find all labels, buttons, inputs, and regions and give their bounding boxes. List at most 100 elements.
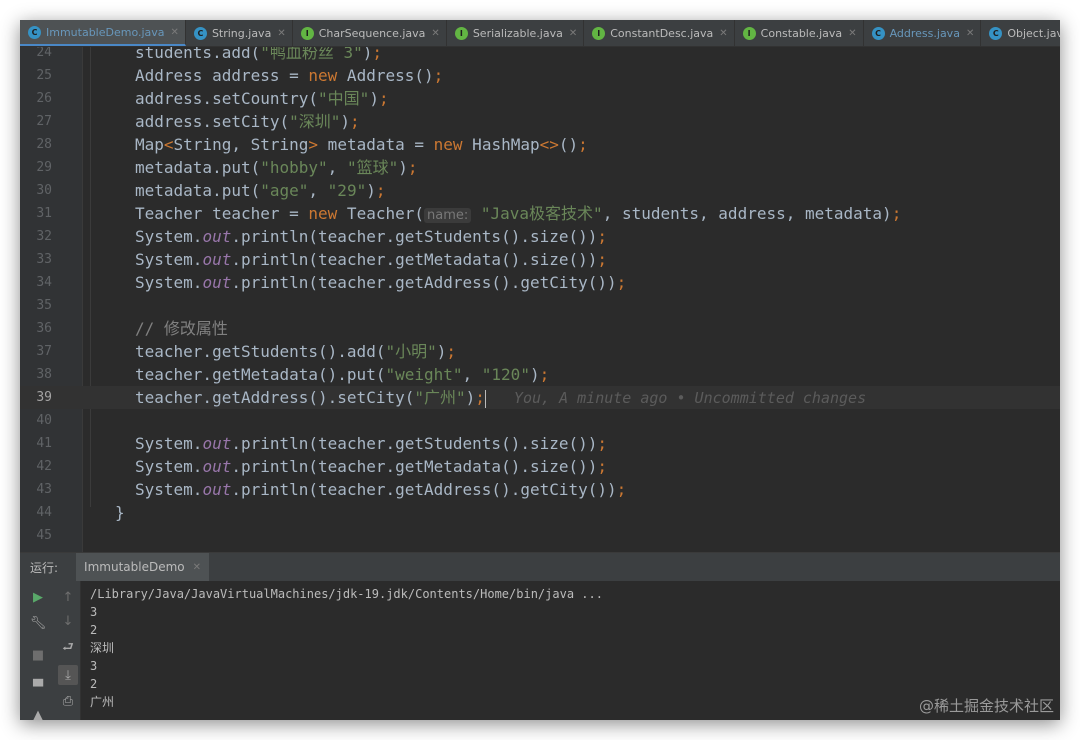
line-number: 32 xyxy=(36,229,52,244)
code-line[interactable]: 30 metadata.put("age", "29"); xyxy=(20,179,1060,202)
code-text: metadata.put("age", "29"); xyxy=(135,181,386,200)
console-line: /Library/Java/JavaVirtualMachines/jdk-19… xyxy=(90,587,603,601)
tab-serializable[interactable]: I Serializable.java ✕ xyxy=(447,20,585,46)
code-text: Address address = new Address(); xyxy=(135,66,444,85)
tab-label: CharSequence.java xyxy=(318,26,426,40)
code-line[interactable]: 31 Teacher teacher = new Teacher(name: "J… xyxy=(20,202,1060,225)
close-icon[interactable]: ✕ xyxy=(277,28,285,39)
layout-icon[interactable]: ▀ xyxy=(28,677,48,697)
code-line[interactable]: 45 xyxy=(20,524,1060,547)
code-line[interactable]: 26 address.setCountry("中国"); xyxy=(20,87,1060,110)
scroll-up-icon[interactable]: ↑ xyxy=(58,587,78,607)
close-icon[interactable]: ✕ xyxy=(569,28,577,39)
text-caret xyxy=(484,389,486,408)
close-icon[interactable]: ✕ xyxy=(966,28,974,39)
line-number: 38 xyxy=(36,367,52,382)
code-line[interactable]: 29 metadata.put("hobby", "篮球"); xyxy=(20,156,1060,179)
code-line[interactable]: 32 System.out.println(teacher.getStudents… xyxy=(20,225,1060,248)
console-line: 3 xyxy=(90,605,98,619)
code-line[interactable]: 38 teacher.getMetadata().put("weight", "1… xyxy=(20,363,1060,386)
line-number: 28 xyxy=(36,137,52,152)
stop-icon[interactable]: ■ xyxy=(28,645,48,665)
line-number: 40 xyxy=(36,413,52,428)
code-text: address.setCity("深圳"); xyxy=(135,112,360,131)
class-icon: C xyxy=(28,25,41,39)
code-text: System.out.println(teacher.getMetadata()… xyxy=(135,250,608,269)
line-number: 24 xyxy=(36,47,52,60)
parameter-hint: name: xyxy=(424,208,472,223)
tab-constantdesc[interactable]: I ConstantDesc.java ✕ xyxy=(584,20,735,46)
code-line[interactable]: 41 System.out.println(teacher.getStudents… xyxy=(20,432,1060,455)
line-number: 34 xyxy=(36,275,52,290)
code-line[interactable]: 43 System.out.println(teacher.getAddress(… xyxy=(20,478,1060,501)
wrench-icon[interactable]: 🔧︎ xyxy=(28,613,48,633)
code-line[interactable]: 34 System.out.println(teacher.getAddress(… xyxy=(20,271,1060,294)
pin-icon[interactable]: ▲ xyxy=(28,705,48,721)
code-editor[interactable]: 24 students.add("鸭血粉丝 3"); 25 Address addre… xyxy=(20,47,1060,552)
code-text: address.setCountry("中国"); xyxy=(135,89,389,108)
scroll-end-icon[interactable]: ⤓ xyxy=(58,665,78,685)
code-text: teacher.getMetadata().put("weight", "120… xyxy=(135,365,550,384)
line-number: 30 xyxy=(36,183,52,198)
run-icon[interactable]: ▶ xyxy=(28,587,48,607)
run-toolbar-secondary: ↑ ↓ ⮐ ⤓ ⎙ xyxy=(56,581,81,720)
tab-constable[interactable]: I Constable.java ✕ xyxy=(735,20,864,46)
console-line: 广州 xyxy=(90,695,115,709)
close-icon[interactable]: ✕ xyxy=(719,28,727,39)
git-blame-annotation: You, A minute ago • Uncommitted changes xyxy=(513,389,867,407)
code-text: System.out.println(teacher.getMetadata()… xyxy=(135,457,608,476)
line-number: 26 xyxy=(36,91,52,106)
code-line[interactable]: 28 Map<String, String> metadata = new Has… xyxy=(20,133,1060,156)
tab-label: Serializable.java xyxy=(472,26,563,40)
line-number: 29 xyxy=(36,160,52,175)
close-icon[interactable]: ✕ xyxy=(171,27,179,38)
code-line[interactable]: 36 // 修改属性 xyxy=(20,317,1060,340)
code-line[interactable]: 39 teacher.getAddress().setCity("广州"); You… xyxy=(20,386,1060,409)
close-icon[interactable]: ✕ xyxy=(848,28,856,39)
line-number: 42 xyxy=(36,459,52,474)
watermark: @稀土掘金技术社区 xyxy=(918,697,1054,715)
tab-label: Constable.java xyxy=(760,26,843,40)
run-config-tab[interactable]: ImmutableDemo ✕ xyxy=(76,553,210,581)
code-text: students.add("鸭血粉丝 3"); xyxy=(135,47,383,62)
line-number: 36 xyxy=(36,321,52,336)
code-text: System.out.println(teacher.getAddress().… xyxy=(135,273,627,292)
tab-object[interactable]: CObject.java✕ xyxy=(981,20,1060,46)
interface-icon: I xyxy=(742,26,756,40)
code-text: teacher.getAddress().setCity("广州"); You, … xyxy=(135,388,867,408)
console-output[interactable]: /Library/Java/JavaVirtualMachines/jdk-19… xyxy=(90,585,603,711)
code-line[interactable]: 40 xyxy=(20,409,1060,432)
tab-address[interactable]: C Address.java ✕ xyxy=(864,20,982,46)
line-number: 35 xyxy=(36,298,52,313)
tab-label: Address.java xyxy=(889,26,960,40)
close-icon[interactable]: ✕ xyxy=(193,562,201,573)
class-icon: C xyxy=(871,26,885,40)
tab-charsequence[interactable]: I CharSequence.java ✕ xyxy=(293,20,447,46)
tab-immutabledemo[interactable]: C ImmutableDemo.java ✕ xyxy=(20,20,186,46)
code-line[interactable]: 33 System.out.println(teacher.getMetadata… xyxy=(20,248,1060,271)
run-panel: 运行: ImmutableDemo ✕ ▶ 🔧︎ ■ ▀ ▲ ↑ ↓ ⮐ ⤓ ⎙… xyxy=(20,552,1060,720)
scroll-down-icon[interactable]: ↓ xyxy=(58,611,78,631)
tab-string[interactable]: C String.java ✕ xyxy=(186,20,293,46)
code-text: Map<String, String> metadata = new HashM… xyxy=(135,135,588,154)
print-icon[interactable]: ⎙ xyxy=(58,691,78,711)
line-number: 31 xyxy=(36,206,52,221)
interface-icon: I xyxy=(592,26,606,40)
code-line[interactable]: 44} xyxy=(20,501,1060,524)
line-number: 37 xyxy=(36,344,52,359)
code-line[interactable]: 37 teacher.getStudents().add("小明"); xyxy=(20,340,1060,363)
run-label: 运行: xyxy=(30,560,59,575)
code-text: System.out.println(teacher.getAddress().… xyxy=(135,480,627,499)
code-text: teacher.getStudents().add("小明"); xyxy=(135,342,457,361)
tab-label: String.java xyxy=(211,26,272,40)
soft-wrap-icon[interactable]: ⮐ xyxy=(58,639,78,659)
code-line[interactable]: 42 System.out.println(teacher.getMetadata… xyxy=(20,455,1060,478)
code-text: } xyxy=(115,503,125,522)
code-line[interactable]: 35 xyxy=(20,294,1060,317)
close-icon[interactable]: ✕ xyxy=(431,28,439,39)
line-number: 25 xyxy=(36,68,52,83)
code-line[interactable]: 24 students.add("鸭血粉丝 3"); xyxy=(20,47,1060,64)
code-line[interactable]: 25 Address address = new Address(); xyxy=(20,64,1060,87)
code-line[interactable]: 27 address.setCity("深圳"); xyxy=(20,110,1060,133)
tab-label: ConstantDesc.java xyxy=(610,26,714,40)
